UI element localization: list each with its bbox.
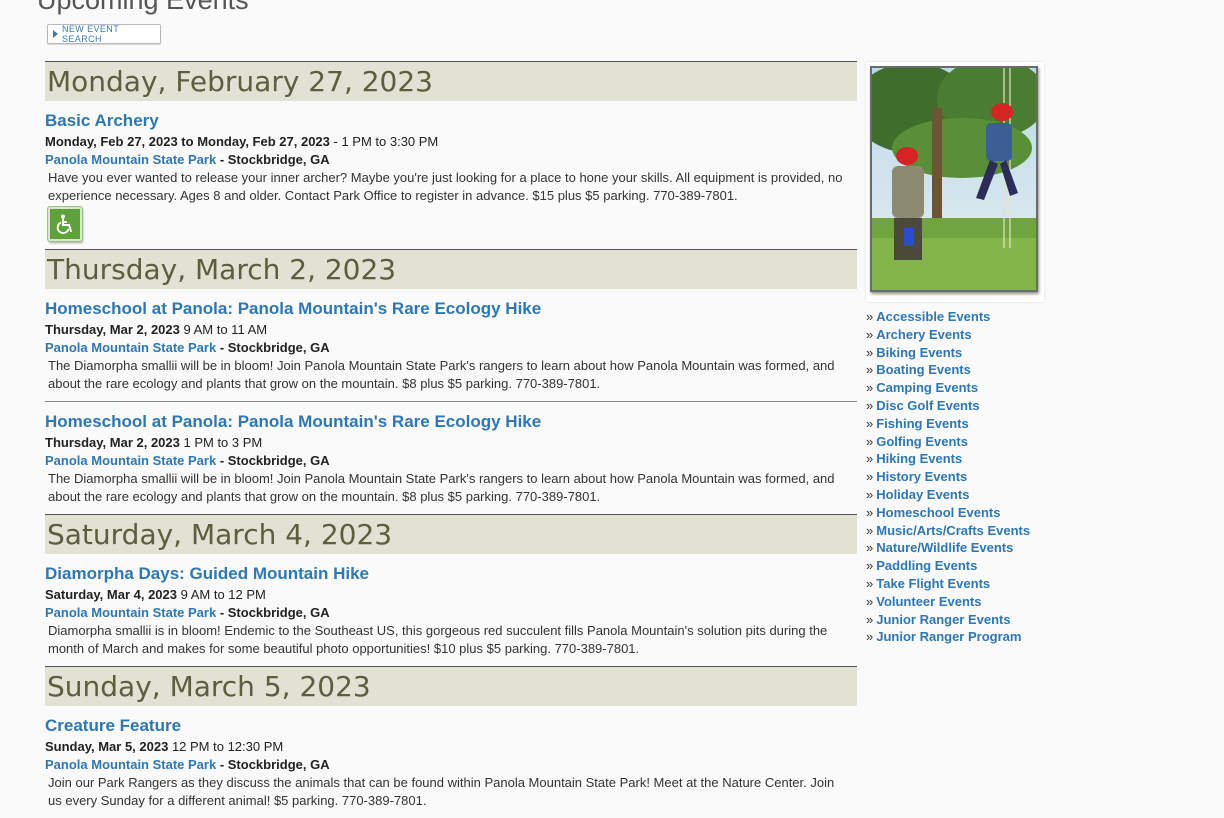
event-description: The Diamorpha smallii will be in bloom! … [48, 471, 835, 504]
event-description: The Diamorpha smallii will be in bloom! … [48, 358, 835, 391]
event-item: Diamorpha Days: Guided Mountain Hike Sat… [45, 554, 857, 666]
event-item: Creature Feature Sunday, Mar 5, 2023 12 … [45, 706, 857, 818]
category-link[interactable]: » Boating Events [866, 361, 1044, 379]
event-date: Thursday, Mar 2, 2023 [45, 322, 180, 337]
event-time: 1 PM to 3 PM [179, 435, 263, 450]
park-link[interactable]: Panola Mountain State Park [45, 340, 216, 355]
event-title-link[interactable]: Homeschool at Panola: Panola Mountain's … [45, 299, 857, 319]
event-location: Panola Mountain State Park - Stockbridge… [45, 151, 857, 169]
park-link[interactable]: Panola Mountain State Park [45, 453, 216, 468]
event-city: - Stockbridge, GA [216, 152, 330, 167]
new-event-search-button[interactable]: NEW EVENT SEARCH [47, 24, 161, 44]
event-title-link[interactable]: Homeschool at Panola: Panola Mountain's … [45, 412, 857, 432]
climbing-photo [870, 66, 1038, 292]
event-description: Join our Park Rangers as they discuss th… [48, 775, 835, 808]
category-link[interactable]: » Fishing Events [866, 415, 1044, 433]
event-date: Saturday, Mar 4, 2023 [45, 587, 177, 602]
category-link[interactable]: » Holiday Events [866, 486, 1044, 504]
category-link[interactable]: » Archery Events [866, 326, 1044, 344]
date-header: Monday, February 27, 2023 [45, 61, 857, 101]
date-header: Thursday, March 2, 2023 [45, 249, 857, 289]
event-location: Panola Mountain State Park - Stockbridge… [45, 756, 857, 774]
event-description: Have you ever wanted to release your inn… [48, 170, 843, 203]
category-link[interactable]: » Music/Arts/Crafts Events [866, 522, 1044, 540]
event-title-link[interactable]: Basic Archery [45, 111, 857, 131]
wheelchair-icon [47, 206, 83, 242]
event-location: Panola Mountain State Park - Stockbridge… [45, 339, 857, 357]
category-link[interactable]: » Golfing Events [866, 433, 1044, 451]
event-item: Homeschool at Panola: Panola Mountain's … [45, 289, 857, 401]
triangle-right-icon [53, 30, 58, 38]
event-datetime: Thursday, Mar 2, 2023 9 AM to 11 AM [45, 321, 857, 339]
category-link[interactable]: » History Events [866, 468, 1044, 486]
event-date: Monday, Feb 27, 2023 to Monday, Feb 27, … [45, 134, 330, 149]
event-item: Basic Archery Monday, Feb 27, 2023 to Mo… [45, 101, 857, 249]
category-link[interactable]: » Junior Ranger Program [866, 628, 1044, 646]
event-datetime: Monday, Feb 27, 2023 to Monday, Feb 27, … [45, 133, 857, 151]
category-link[interactable]: » Homeschool Events [866, 504, 1044, 522]
category-link[interactable]: » Disc Golf Events [866, 397, 1044, 415]
event-time: 12 PM to 12:30 PM [168, 739, 284, 754]
event-time: - 1 PM to 3:30 PM [329, 134, 439, 149]
category-link[interactable]: » Volunteer Events [866, 593, 1044, 611]
park-link[interactable]: Panola Mountain State Park [45, 605, 216, 620]
event-title-link[interactable]: Creature Feature [45, 716, 857, 736]
category-link[interactable]: » Hiking Events [866, 450, 1044, 468]
event-item: Homeschool at Panola: Panola Mountain's … [45, 401, 857, 514]
category-link[interactable]: » Accessible Events [866, 308, 1044, 326]
event-photo [866, 62, 1044, 302]
event-date: Sunday, Mar 5, 2023 [45, 739, 169, 754]
event-city: - Stockbridge, GA [216, 340, 330, 355]
category-link[interactable]: » Take Flight Events [866, 575, 1044, 593]
page-title: Upcoming Events [37, 0, 249, 15]
event-datetime: Sunday, Mar 5, 2023 12 PM to 12:30 PM [45, 738, 857, 756]
date-header: Saturday, March 4, 2023 [45, 514, 857, 554]
sidebar: » Accessible Events » Archery Events » Biki… [866, 62, 1044, 646]
new-event-search-label: NEW EVENT SEARCH [62, 24, 119, 44]
event-location: Panola Mountain State Park - Stockbridge… [45, 604, 857, 622]
event-city: - Stockbridge, GA [216, 453, 330, 468]
category-link[interactable]: » Paddling Events [866, 557, 1044, 575]
event-description: Diamorpha smallii is in bloom! Endemic t… [48, 623, 828, 656]
event-city: - Stockbridge, GA [216, 605, 330, 620]
park-link[interactable]: Panola Mountain State Park [45, 152, 216, 167]
event-category-list: » Accessible Events » Archery Events » Biki… [866, 308, 1044, 646]
event-list: Monday, February 27, 2023 Basic Archery … [45, 61, 857, 818]
category-link[interactable]: » Camping Events [866, 379, 1044, 397]
category-link[interactable]: » Biking Events [866, 344, 1044, 362]
event-datetime: Saturday, Mar 4, 2023 9 AM to 12 PM [45, 586, 857, 604]
event-title-link[interactable]: Diamorpha Days: Guided Mountain Hike [45, 564, 857, 584]
category-link[interactable]: » Nature/Wildlife Events [866, 539, 1044, 557]
category-link[interactable]: » Junior Ranger Events [866, 611, 1044, 629]
event-date: Thursday, Mar 2, 2023 [45, 435, 180, 450]
event-city: - Stockbridge, GA [216, 757, 330, 772]
event-time: 9 AM to 11 AM [179, 322, 268, 337]
event-datetime: Thursday, Mar 2, 2023 1 PM to 3 PM [45, 434, 857, 452]
park-link[interactable]: Panola Mountain State Park [45, 757, 216, 772]
date-header: Sunday, March 5, 2023 [45, 666, 857, 706]
event-time: 9 AM to 12 PM [177, 587, 266, 602]
event-location: Panola Mountain State Park - Stockbridge… [45, 452, 857, 470]
